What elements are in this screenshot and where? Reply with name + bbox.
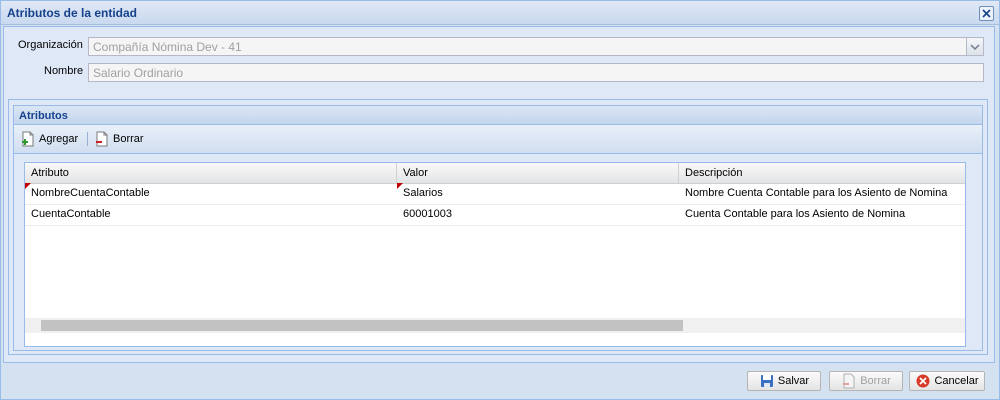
- table-row[interactable]: NombreCuentaContable Salarios Nombre Cue…: [25, 183, 965, 205]
- cell-atributo[interactable]: NombreCuentaContable: [25, 183, 397, 204]
- cell-atributo[interactable]: CuentaContable: [25, 204, 397, 225]
- atributos-panel-title: Atributos: [19, 110, 68, 122]
- nombre-label: Nombre: [44, 65, 84, 77]
- attributes-grid: Atributo Valor Descripción NombreCuentaC…: [24, 162, 966, 347]
- column-header-valor[interactable]: Valor: [397, 163, 679, 183]
- cell-descripcion[interactable]: Cuenta Contable para los Asiento de Nomi…: [679, 204, 965, 225]
- atributos-panel-body: Agregar Borrar Atributo Valor Descripció…: [13, 125, 983, 351]
- dialog-title: Atributos de la entidad: [7, 6, 138, 20]
- atributos-fieldset: Atributos Agregar Borrar Atributo Valor …: [8, 99, 988, 355]
- grid-header: Atributo Valor Descripción: [25, 163, 965, 184]
- attributes-dialog: Atributos de la entidad Organización Com…: [0, 0, 1000, 400]
- delete-footer-button-label: Borrar: [860, 375, 891, 387]
- organizacion-value: Compañía Nómina Dev - 41: [93, 40, 242, 54]
- nombre-value: Salario Ordinario: [93, 66, 184, 80]
- nombre-field[interactable]: Salario Ordinario: [88, 63, 984, 82]
- table-row[interactable]: CuentaContable 60001003 Cuenta Contable …: [25, 204, 965, 226]
- horizontal-scrollbar[interactable]: [25, 318, 965, 333]
- column-header-descripcion[interactable]: Descripción: [679, 163, 965, 183]
- delete-footer-button[interactable]: Borrar: [829, 371, 903, 391]
- cell-valor[interactable]: Salarios: [397, 183, 679, 204]
- organizacion-combo[interactable]: Compañía Nómina Dev - 41: [88, 37, 984, 56]
- cancel-button[interactable]: Cancelar: [909, 371, 985, 391]
- dialog-body: Organización Compañía Nómina Dev - 41 No…: [3, 26, 995, 363]
- add-button[interactable]: Agregar: [20, 130, 78, 148]
- organizacion-label: Organización: [18, 39, 83, 51]
- delete-document-icon: [96, 131, 108, 147]
- add-document-icon: [22, 131, 34, 147]
- delete-button-label: Borrar: [113, 133, 144, 145]
- cell-descripcion[interactable]: Nombre Cuenta Contable para los Asiento …: [679, 183, 965, 204]
- scrollbar-thumb[interactable]: [41, 320, 683, 331]
- grid-toolbar: Agregar Borrar: [14, 125, 982, 154]
- atributos-panel-header: Atributos: [13, 105, 983, 125]
- cell-valor[interactable]: 60001003: [397, 204, 679, 225]
- chevron-down-icon: [970, 44, 980, 51]
- dialog-titlebar[interactable]: Atributos de la entidad: [1, 1, 999, 25]
- save-icon: [760, 375, 773, 387]
- delete-button[interactable]: Borrar: [94, 130, 144, 148]
- column-header-atributo[interactable]: Atributo: [25, 163, 397, 183]
- combo-trigger[interactable]: [966, 38, 983, 55]
- close-icon: [982, 9, 991, 18]
- close-button[interactable]: [979, 6, 994, 21]
- cancel-button-label: Cancelar: [934, 375, 979, 387]
- delete-document-icon: [843, 373, 855, 389]
- add-button-label: Agregar: [39, 133, 79, 145]
- toolbar-separator: [87, 132, 88, 146]
- cancel-icon: [916, 374, 930, 388]
- save-button-label: Salvar: [777, 375, 810, 387]
- save-button[interactable]: Salvar: [747, 371, 821, 391]
